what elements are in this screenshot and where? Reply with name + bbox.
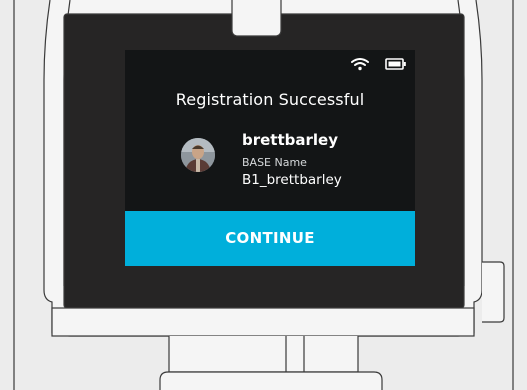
status-bar [351, 54, 407, 74]
wifi-icon [351, 57, 369, 71]
continue-button[interactable]: CONTINUE [125, 211, 415, 266]
avatar [181, 138, 215, 172]
username: brettbarley [242, 131, 338, 149]
page-title: Registration Successful [175, 90, 365, 109]
base-name-label: BASE Name [242, 156, 307, 169]
device-screen: Registration Successful brettbarley BASE… [125, 50, 415, 266]
base-name-value: B1_brettbarley [242, 172, 342, 188]
battery-icon [385, 58, 407, 70]
